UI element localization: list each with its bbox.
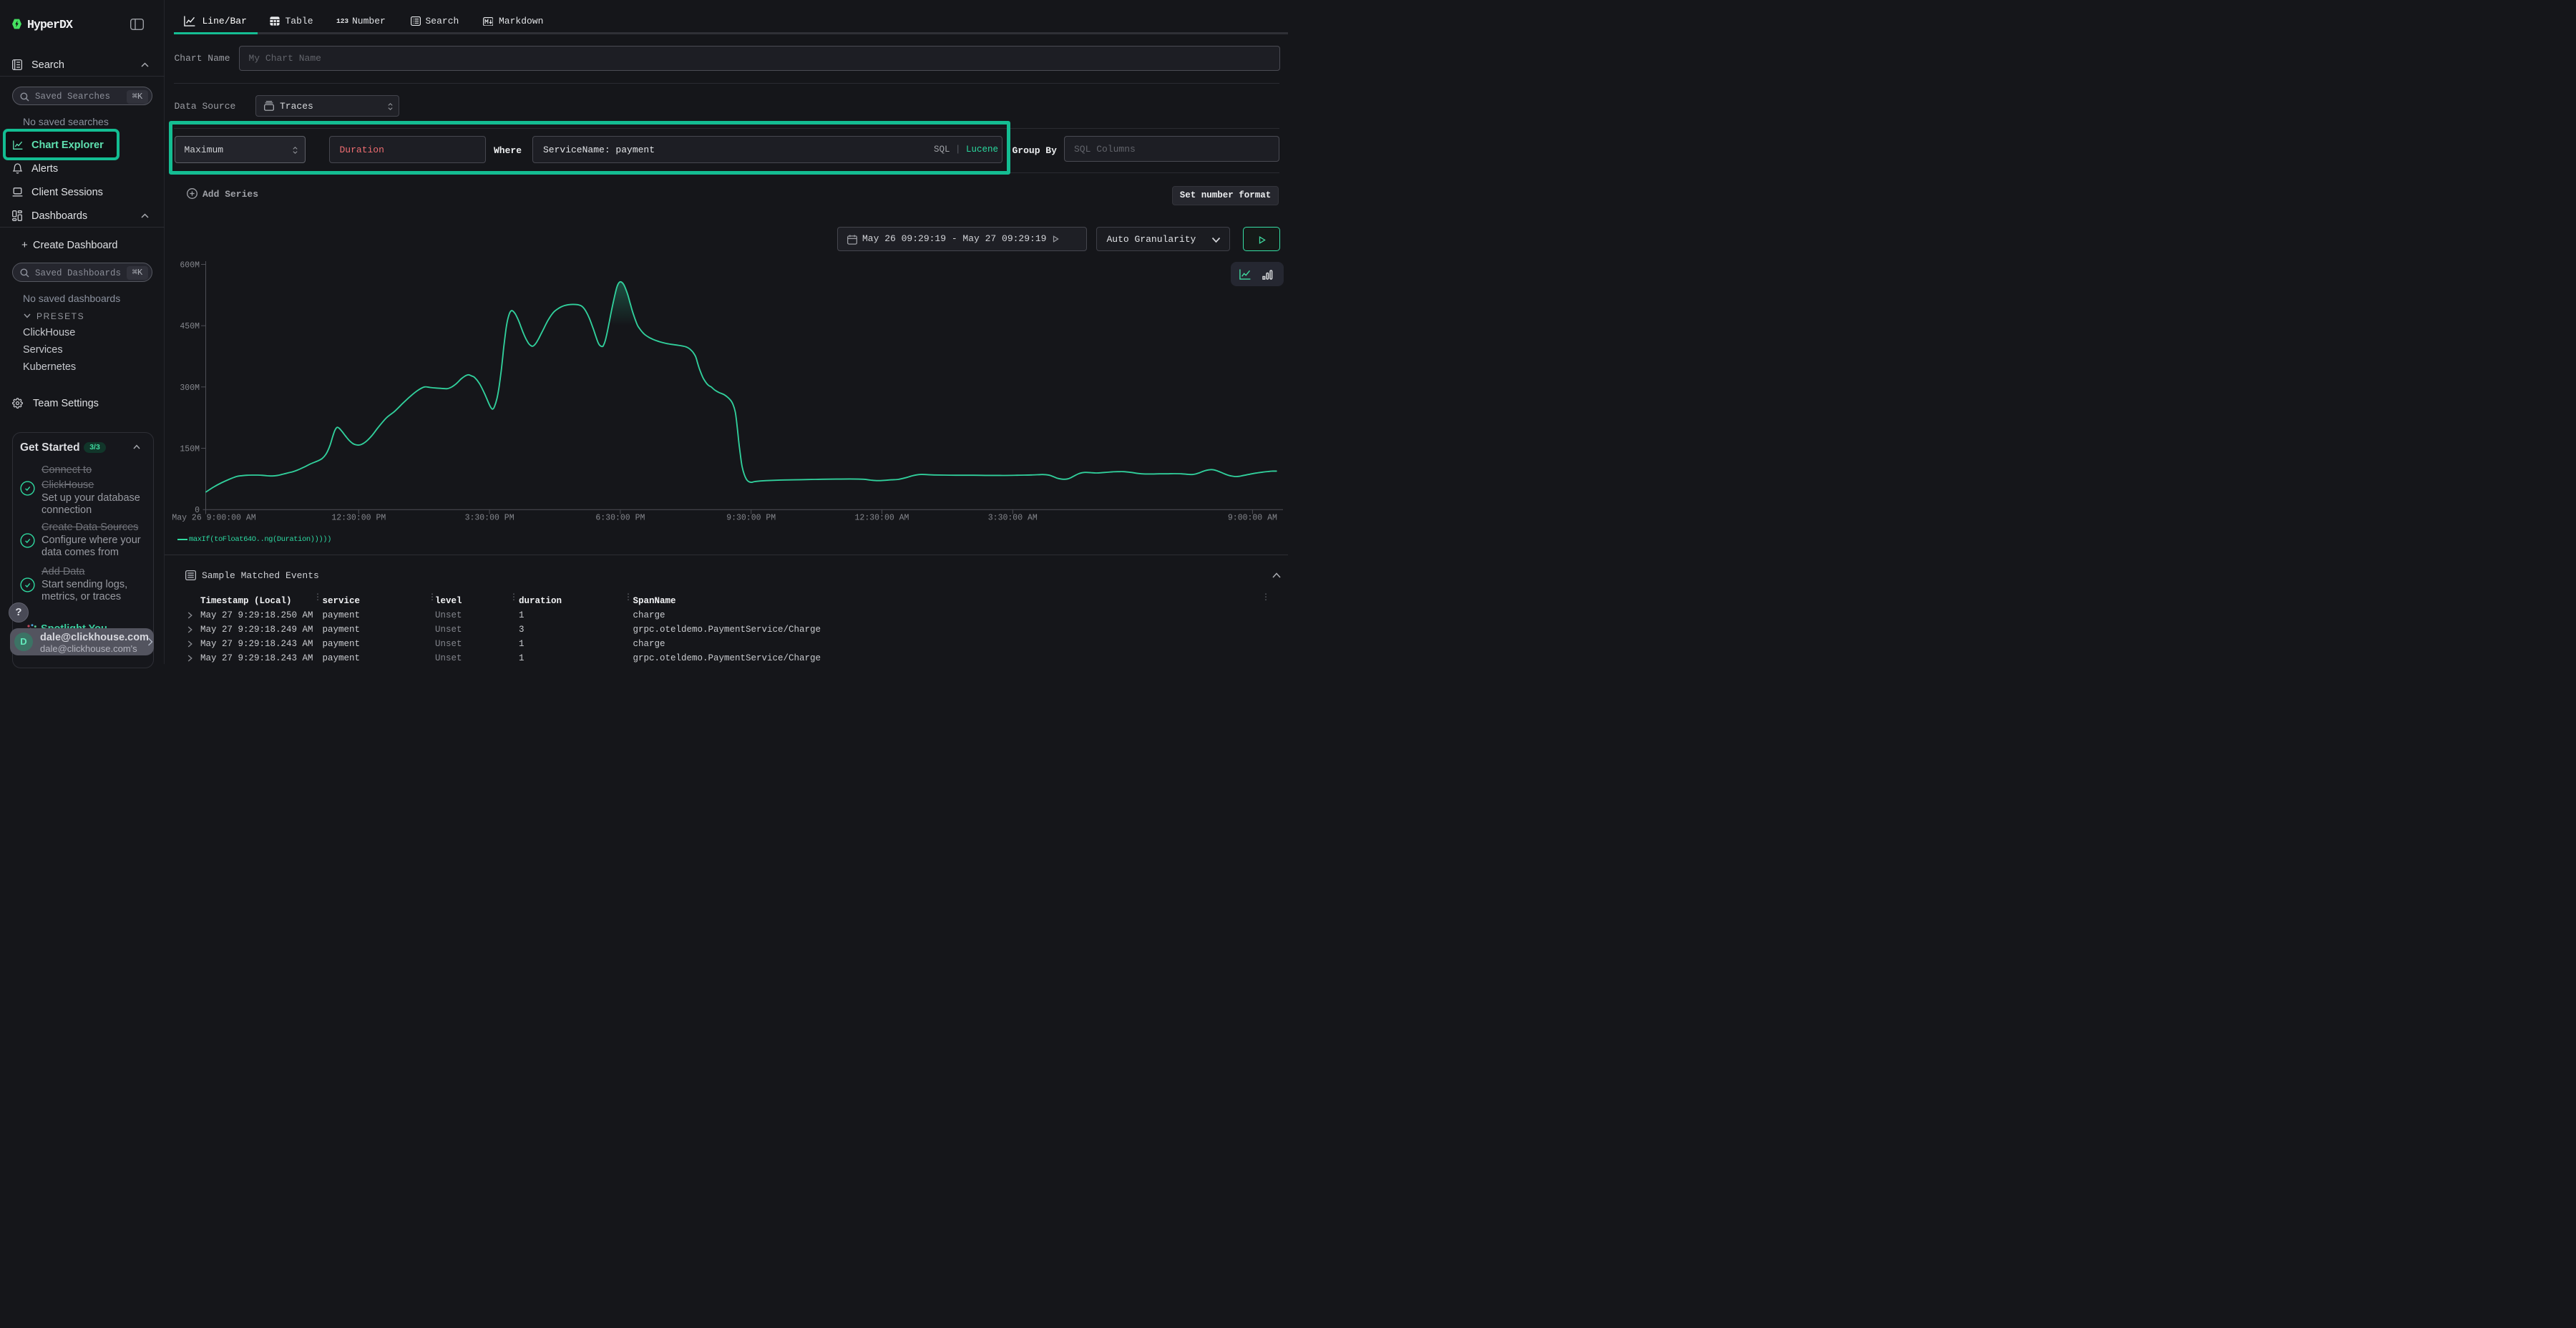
svg-text:12:30:00 AM: 12:30:00 AM bbox=[855, 514, 909, 523]
svg-text:300M: 300M bbox=[180, 384, 200, 393]
svg-text:9:30:00 PM: 9:30:00 PM bbox=[726, 514, 776, 523]
svg-text:3:30:00 AM: 3:30:00 AM bbox=[988, 514, 1038, 523]
svg-text:12:30:00 PM: 12:30:00 PM bbox=[331, 514, 386, 523]
svg-text:600M: 600M bbox=[180, 261, 200, 270]
svg-text:9:00:00 AM: 9:00:00 AM bbox=[1228, 514, 1277, 523]
svg-text:3:30:00 PM: 3:30:00 PM bbox=[465, 514, 514, 523]
svg-text:450M: 450M bbox=[180, 322, 200, 331]
svg-text:May 26 9:00:00 AM: May 26 9:00:00 AM bbox=[172, 514, 255, 523]
svg-text:6:30:00 PM: 6:30:00 PM bbox=[595, 514, 645, 523]
svg-text:150M: 150M bbox=[180, 445, 200, 454]
